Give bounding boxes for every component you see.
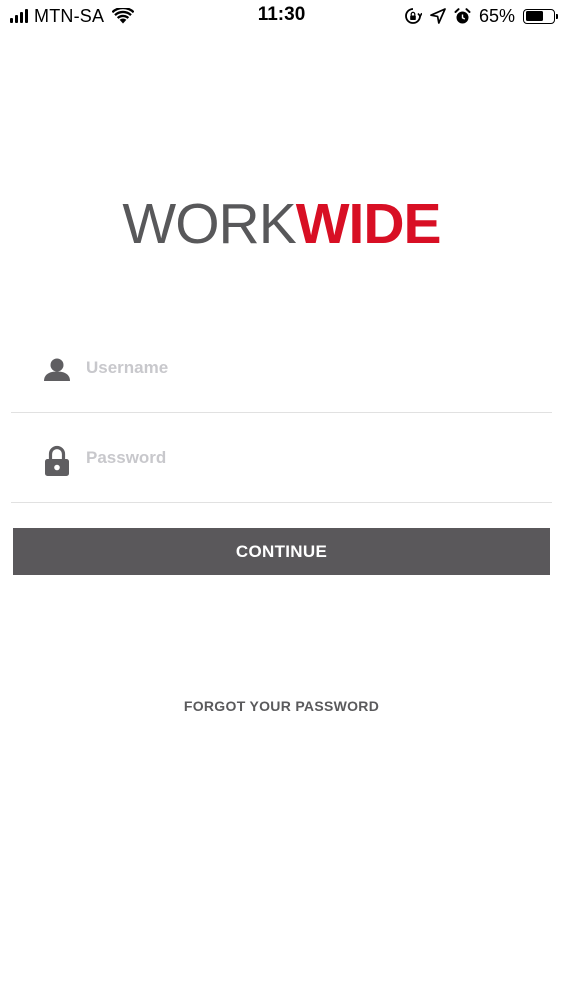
forgot-password-link[interactable]: FORGOT YOUR PASSWORD [0,698,563,714]
logo-text-work: WORK [122,192,296,256]
username-field [11,323,552,413]
alarm-icon [454,7,471,23]
continue-button[interactable]: CONTINUE [13,528,550,575]
logo-text-wide: WIDE [295,192,442,256]
workwide-logo: WORKWIDE [0,192,563,256]
password-field [11,413,552,503]
status-bar: MTN-SA 11:30 65% [0,0,563,32]
battery-fill [525,11,544,21]
battery-icon [523,8,558,24]
username-input[interactable] [86,353,526,383]
password-input[interactable] [86,443,526,473]
status-bar-right: 65% [404,5,558,27]
location-icon [430,8,446,24]
user-icon [44,358,70,381]
orientation-lock-icon [405,8,422,24]
login-screen: MTN-SA 11:30 65% WORKWIDE Username CONTI… [0,0,563,1000]
lock-icon [45,445,69,476]
battery-percent: 65% [478,5,515,26]
